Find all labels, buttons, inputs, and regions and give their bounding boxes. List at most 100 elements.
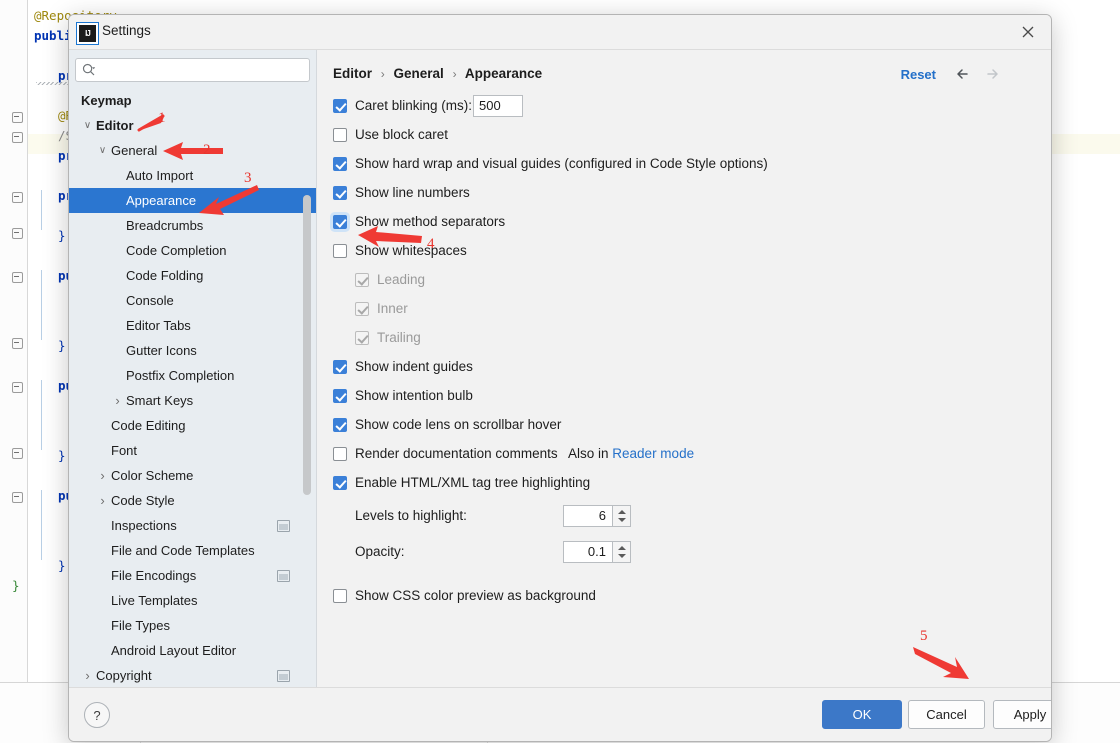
option-row[interactable]: Show whitespaces bbox=[333, 239, 1041, 268]
option-row[interactable]: Show CSS color preview as background bbox=[333, 584, 1041, 613]
sidebar-item-breadcrumbs[interactable]: Breadcrumbs bbox=[69, 213, 317, 238]
option-row[interactable]: Show line numbers bbox=[333, 181, 1041, 210]
option-row[interactable]: Trailing bbox=[355, 326, 1041, 355]
fold-icon bbox=[12, 112, 23, 123]
ok-button[interactable]: OK bbox=[822, 700, 902, 729]
help-button[interactable]: ? bbox=[84, 702, 110, 728]
sidebar-item-label: Color Scheme bbox=[111, 468, 194, 483]
annotation-arrow-4 bbox=[358, 225, 424, 254]
sidebar-item-label: Code Folding bbox=[126, 268, 204, 283]
option-row[interactable]: Show hard wrap and visual guides (config… bbox=[333, 152, 1041, 181]
chevron-right-icon[interactable]: › bbox=[96, 463, 109, 488]
spinner-row: Opacity: 0.1 bbox=[333, 539, 1041, 575]
chevron-down-icon[interactable]: ∨ bbox=[96, 138, 109, 163]
sidebar-item-label: Code Editing bbox=[111, 418, 186, 433]
checkbox-caret-blinking-ms[interactable] bbox=[333, 99, 347, 113]
option-row[interactable]: Show intention bulb bbox=[333, 384, 1041, 413]
checkbox-render-documentation-comments[interactable] bbox=[333, 447, 347, 461]
search-input[interactable] bbox=[102, 61, 304, 81]
option-row[interactable]: Render documentation comments Also in Rea… bbox=[333, 442, 1041, 471]
checkbox-show-css-color-preview-as-background[interactable] bbox=[333, 589, 347, 603]
option-row[interactable]: Show method separators bbox=[333, 210, 1041, 239]
checkbox-show-hard-wrap-and-visual-guides-configured-in-code-style-options[interactable] bbox=[333, 157, 347, 171]
sidebar-item-color-scheme[interactable]: › Color Scheme bbox=[69, 463, 317, 488]
sidebar-item-editor[interactable]: ∨ Editor bbox=[69, 113, 317, 138]
breadcrumb-item-general[interactable]: General bbox=[394, 66, 444, 81]
option-label: Show code lens on scrollbar hover bbox=[355, 417, 562, 432]
option-row[interactable]: Show indent guides bbox=[333, 355, 1041, 384]
spinner-stepper[interactable] bbox=[613, 505, 631, 527]
sidebar-item-label: File Encodings bbox=[111, 568, 197, 583]
spinner-stepper[interactable] bbox=[613, 541, 631, 563]
chevron-right-icon[interactable]: › bbox=[96, 488, 109, 513]
sidebar-item-smart-keys[interactable]: › Smart Keys bbox=[69, 388, 317, 413]
spinner-up-icon[interactable] bbox=[618, 510, 626, 514]
option-row[interactable]: Show code lens on scrollbar hover bbox=[333, 413, 1041, 442]
sidebar-item-android-layout-editor[interactable]: Android Layout Editor bbox=[69, 638, 317, 663]
sidebar-item-console[interactable]: Console bbox=[69, 288, 317, 313]
caret-blinking-input[interactable]: 500 bbox=[473, 95, 523, 117]
option-row[interactable]: Enable HTML/XML tag tree highlighting bbox=[333, 471, 1041, 500]
sidebar-item-appearance[interactable]: Appearance bbox=[69, 188, 317, 213]
checkbox-show-intention-bulb[interactable] bbox=[333, 389, 347, 403]
indent-guide bbox=[41, 490, 42, 560]
sidebar-item-editor-tabs[interactable]: Editor Tabs bbox=[69, 313, 317, 338]
sidebar-item-copyright[interactable]: › Copyright bbox=[69, 663, 317, 688]
spinner-down-icon[interactable] bbox=[618, 554, 626, 558]
checkbox-show-method-separators[interactable] bbox=[333, 215, 347, 229]
checkbox-trailing[interactable] bbox=[355, 331, 369, 345]
option-row[interactable]: Leading bbox=[355, 268, 1041, 297]
sidebar-scrollbar-thumb[interactable] bbox=[303, 195, 311, 495]
chevron-down-icon[interactable]: ∨ bbox=[81, 113, 94, 138]
checkbox-show-line-numbers[interactable] bbox=[333, 186, 347, 200]
option-row[interactable]: Use block caret bbox=[333, 123, 1041, 152]
sidebar-item-label: File and Code Templates bbox=[111, 543, 255, 558]
checkbox-show-whitespaces[interactable] bbox=[333, 244, 347, 258]
sidebar-item-label: Appearance bbox=[126, 193, 197, 208]
sidebar-scrollbar-track[interactable] bbox=[303, 50, 314, 648]
checkbox-use-block-caret[interactable] bbox=[333, 128, 347, 142]
checkbox-enable-html-xml-tag-tree-highlighting[interactable] bbox=[333, 476, 347, 490]
breadcrumb-item-editor[interactable]: Editor bbox=[333, 66, 372, 81]
arrow-left-icon[interactable] bbox=[952, 63, 974, 85]
sidebar-item-live-templates[interactable]: Live Templates bbox=[69, 588, 317, 613]
sidebar-item-gutter-icons[interactable]: Gutter Icons bbox=[69, 338, 317, 363]
sidebar-item-keymap[interactable]: Keymap bbox=[69, 88, 317, 113]
close-icon[interactable] bbox=[1011, 19, 1045, 45]
spinner-up-icon[interactable] bbox=[618, 546, 626, 550]
fold-icon bbox=[12, 338, 23, 349]
sidebar-item-file-types[interactable]: File Types bbox=[69, 613, 317, 638]
reader-mode-link[interactable]: Reader mode bbox=[612, 446, 694, 461]
project-scope-icon bbox=[277, 670, 290, 682]
reset-link[interactable]: Reset bbox=[901, 67, 936, 82]
sidebar-item-label: Code Style bbox=[111, 493, 175, 508]
checkbox-leading[interactable] bbox=[355, 273, 369, 287]
sidebar-item-file-encodings[interactable]: File Encodings bbox=[69, 563, 317, 588]
sidebar-item-font[interactable]: Font bbox=[69, 438, 317, 463]
option-row[interactable]: Caret blinking (ms): 500 bbox=[333, 94, 1041, 123]
sidebar-item-file-and-code-templates[interactable]: File and Code Templates bbox=[69, 538, 317, 563]
checkbox-inner[interactable] bbox=[355, 302, 369, 316]
spinner-input[interactable]: 0.1 bbox=[563, 541, 613, 563]
sidebar-item-code-style[interactable]: › Code Style bbox=[69, 488, 317, 513]
option-row[interactable]: Inner bbox=[355, 297, 1041, 326]
checkbox-show-code-lens-on-scrollbar-hover[interactable] bbox=[333, 418, 347, 432]
spinner-down-icon[interactable] bbox=[618, 518, 626, 522]
spinner-input[interactable]: 6 bbox=[563, 505, 613, 527]
checkbox-show-indent-guides[interactable] bbox=[333, 360, 347, 374]
sidebar-item-label: Breadcrumbs bbox=[126, 218, 204, 233]
option-label: Enable HTML/XML tag tree highlighting bbox=[355, 475, 591, 490]
logo-text: IJ bbox=[85, 28, 91, 38]
fold-icon bbox=[12, 448, 23, 459]
chevron-right-icon[interactable]: › bbox=[81, 663, 94, 688]
chevron-right-icon[interactable]: › bbox=[111, 388, 124, 413]
cancel-button[interactable]: Cancel bbox=[908, 700, 985, 729]
sidebar-item-code-completion[interactable]: Code Completion bbox=[69, 238, 317, 263]
sidebar-item-label: Keymap bbox=[81, 93, 132, 108]
apply-button[interactable]: Apply bbox=[993, 700, 1051, 729]
sidebar-item-inspections[interactable]: Inspections bbox=[69, 513, 317, 538]
sidebar-item-code-editing[interactable]: Code Editing bbox=[69, 413, 317, 438]
sidebar-item-code-folding[interactable]: Code Folding bbox=[69, 263, 317, 288]
sidebar-item-postfix-completion[interactable]: Postfix Completion bbox=[69, 363, 317, 388]
search-field[interactable] bbox=[75, 58, 310, 82]
